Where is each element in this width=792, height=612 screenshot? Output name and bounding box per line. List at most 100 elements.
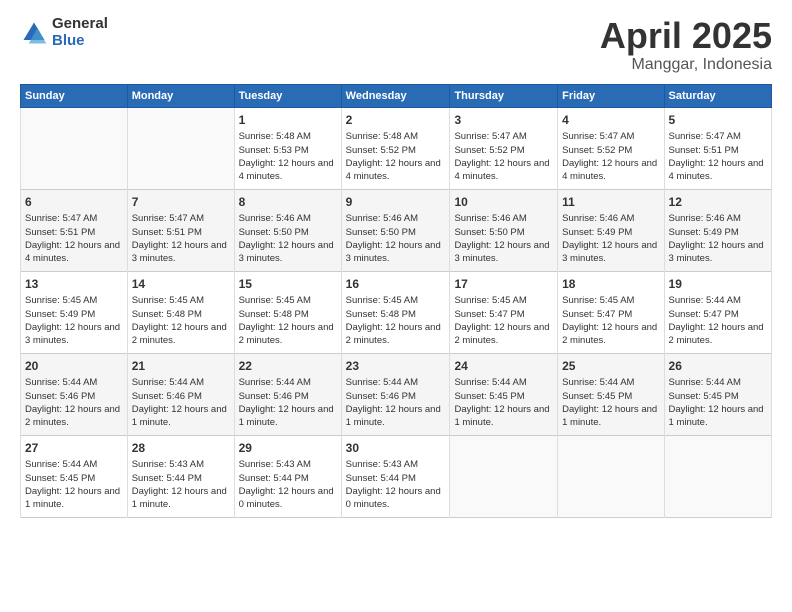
day-number: 24 — [454, 358, 553, 375]
day-number: 2 — [346, 112, 446, 129]
sunset-text: Sunset: 5:45 PM — [669, 390, 767, 403]
daylight-text: Daylight: 12 hours and 0 minutes. — [239, 485, 337, 512]
sunset-text: Sunset: 5:44 PM — [132, 472, 230, 485]
day-number: 12 — [669, 194, 767, 211]
day-number: 18 — [562, 276, 659, 293]
daylight-text: Daylight: 12 hours and 3 minutes. — [239, 239, 337, 266]
sunrise-text: Sunrise: 5:45 AM — [132, 294, 230, 307]
calendar-cell: 21Sunrise: 5:44 AMSunset: 5:46 PMDayligh… — [127, 353, 234, 435]
sunset-text: Sunset: 5:50 PM — [239, 226, 337, 239]
sunrise-text: Sunrise: 5:46 AM — [562, 212, 659, 225]
daylight-text: Daylight: 12 hours and 3 minutes. — [454, 239, 553, 266]
week-row-2: 13Sunrise: 5:45 AMSunset: 5:49 PMDayligh… — [21, 271, 772, 353]
header-wednesday: Wednesday — [341, 84, 450, 107]
day-number: 29 — [239, 440, 337, 457]
daylight-text: Daylight: 12 hours and 4 minutes. — [454, 157, 553, 184]
daylight-text: Daylight: 12 hours and 1 minute. — [669, 403, 767, 430]
day-number: 15 — [239, 276, 337, 293]
calendar-cell: 4Sunrise: 5:47 AMSunset: 5:52 PMDaylight… — [558, 107, 664, 189]
logo-general: General — [52, 16, 108, 33]
sunset-text: Sunset: 5:46 PM — [239, 390, 337, 403]
daylight-text: Daylight: 12 hours and 0 minutes. — [346, 485, 446, 512]
daylight-text: Daylight: 12 hours and 3 minutes. — [562, 239, 659, 266]
calendar-cell: 17Sunrise: 5:45 AMSunset: 5:47 PMDayligh… — [450, 271, 558, 353]
sunset-text: Sunset: 5:46 PM — [346, 390, 446, 403]
calendar-cell — [127, 107, 234, 189]
calendar-cell: 29Sunrise: 5:43 AMSunset: 5:44 PMDayligh… — [234, 435, 341, 517]
calendar-cell: 18Sunrise: 5:45 AMSunset: 5:47 PMDayligh… — [558, 271, 664, 353]
sunrise-text: Sunrise: 5:44 AM — [132, 376, 230, 389]
sunset-text: Sunset: 5:45 PM — [562, 390, 659, 403]
day-number: 8 — [239, 194, 337, 211]
header-sunday: Sunday — [21, 84, 128, 107]
day-number: 14 — [132, 276, 230, 293]
sunset-text: Sunset: 5:51 PM — [132, 226, 230, 239]
day-number: 7 — [132, 194, 230, 211]
sunrise-text: Sunrise: 5:44 AM — [346, 376, 446, 389]
sunrise-text: Sunrise: 5:45 AM — [25, 294, 123, 307]
sunrise-text: Sunrise: 5:48 AM — [346, 130, 446, 143]
header-friday: Friday — [558, 84, 664, 107]
sunset-text: Sunset: 5:49 PM — [562, 226, 659, 239]
sunset-text: Sunset: 5:52 PM — [454, 144, 553, 157]
calendar-cell: 23Sunrise: 5:44 AMSunset: 5:46 PMDayligh… — [341, 353, 450, 435]
calendar-cell: 15Sunrise: 5:45 AMSunset: 5:48 PMDayligh… — [234, 271, 341, 353]
sunset-text: Sunset: 5:44 PM — [346, 472, 446, 485]
header-thursday: Thursday — [450, 84, 558, 107]
daylight-text: Daylight: 12 hours and 2 minutes. — [239, 321, 337, 348]
daylight-text: Daylight: 12 hours and 2 minutes. — [346, 321, 446, 348]
day-number: 22 — [239, 358, 337, 375]
calendar-cell: 6Sunrise: 5:47 AMSunset: 5:51 PMDaylight… — [21, 189, 128, 271]
sunset-text: Sunset: 5:53 PM — [239, 144, 337, 157]
daylight-text: Daylight: 12 hours and 4 minutes. — [239, 157, 337, 184]
sunset-text: Sunset: 5:50 PM — [346, 226, 446, 239]
calendar-cell: 19Sunrise: 5:44 AMSunset: 5:47 PMDayligh… — [664, 271, 771, 353]
calendar-table: SundayMondayTuesdayWednesdayThursdayFrid… — [20, 84, 772, 518]
calendar-cell: 9Sunrise: 5:46 AMSunset: 5:50 PMDaylight… — [341, 189, 450, 271]
daylight-text: Daylight: 12 hours and 4 minutes. — [562, 157, 659, 184]
day-number: 30 — [346, 440, 446, 457]
sunrise-text: Sunrise: 5:46 AM — [239, 212, 337, 225]
sunset-text: Sunset: 5:47 PM — [454, 308, 553, 321]
daylight-text: Daylight: 12 hours and 3 minutes. — [669, 239, 767, 266]
daylight-text: Daylight: 12 hours and 3 minutes. — [25, 321, 123, 348]
sunset-text: Sunset: 5:49 PM — [25, 308, 123, 321]
daylight-text: Daylight: 12 hours and 2 minutes. — [132, 321, 230, 348]
calendar-cell: 28Sunrise: 5:43 AMSunset: 5:44 PMDayligh… — [127, 435, 234, 517]
calendar-cell: 16Sunrise: 5:45 AMSunset: 5:48 PMDayligh… — [341, 271, 450, 353]
sunset-text: Sunset: 5:45 PM — [25, 472, 123, 485]
sunrise-text: Sunrise: 5:45 AM — [454, 294, 553, 307]
daylight-text: Daylight: 12 hours and 4 minutes. — [346, 157, 446, 184]
day-number: 1 — [239, 112, 337, 129]
day-number: 27 — [25, 440, 123, 457]
header-saturday: Saturday — [664, 84, 771, 107]
sunrise-text: Sunrise: 5:47 AM — [132, 212, 230, 225]
week-row-3: 20Sunrise: 5:44 AMSunset: 5:46 PMDayligh… — [21, 353, 772, 435]
week-row-1: 6Sunrise: 5:47 AMSunset: 5:51 PMDaylight… — [21, 189, 772, 271]
daylight-text: Daylight: 12 hours and 1 minute. — [132, 485, 230, 512]
page-header: General Blue April 2025 Manggar, Indones… — [20, 16, 772, 74]
sunrise-text: Sunrise: 5:45 AM — [239, 294, 337, 307]
day-number: 25 — [562, 358, 659, 375]
sunset-text: Sunset: 5:48 PM — [132, 308, 230, 321]
day-number: 16 — [346, 276, 446, 293]
sunrise-text: Sunrise: 5:46 AM — [346, 212, 446, 225]
calendar-cell: 22Sunrise: 5:44 AMSunset: 5:46 PMDayligh… — [234, 353, 341, 435]
day-number: 13 — [25, 276, 123, 293]
sunrise-text: Sunrise: 5:43 AM — [132, 458, 230, 471]
week-row-0: 1Sunrise: 5:48 AMSunset: 5:53 PMDaylight… — [21, 107, 772, 189]
sunrise-text: Sunrise: 5:46 AM — [669, 212, 767, 225]
day-number: 17 — [454, 276, 553, 293]
daylight-text: Daylight: 12 hours and 4 minutes. — [669, 157, 767, 184]
daylight-text: Daylight: 12 hours and 1 minute. — [346, 403, 446, 430]
logo-icon — [20, 19, 48, 47]
sunrise-text: Sunrise: 5:43 AM — [239, 458, 337, 471]
calendar-cell: 5Sunrise: 5:47 AMSunset: 5:51 PMDaylight… — [664, 107, 771, 189]
daylight-text: Daylight: 12 hours and 2 minutes. — [562, 321, 659, 348]
sunset-text: Sunset: 5:44 PM — [239, 472, 337, 485]
sunrise-text: Sunrise: 5:44 AM — [25, 376, 123, 389]
daylight-text: Daylight: 12 hours and 2 minutes. — [454, 321, 553, 348]
day-number: 19 — [669, 276, 767, 293]
daylight-text: Daylight: 12 hours and 3 minutes. — [346, 239, 446, 266]
sunrise-text: Sunrise: 5:44 AM — [454, 376, 553, 389]
